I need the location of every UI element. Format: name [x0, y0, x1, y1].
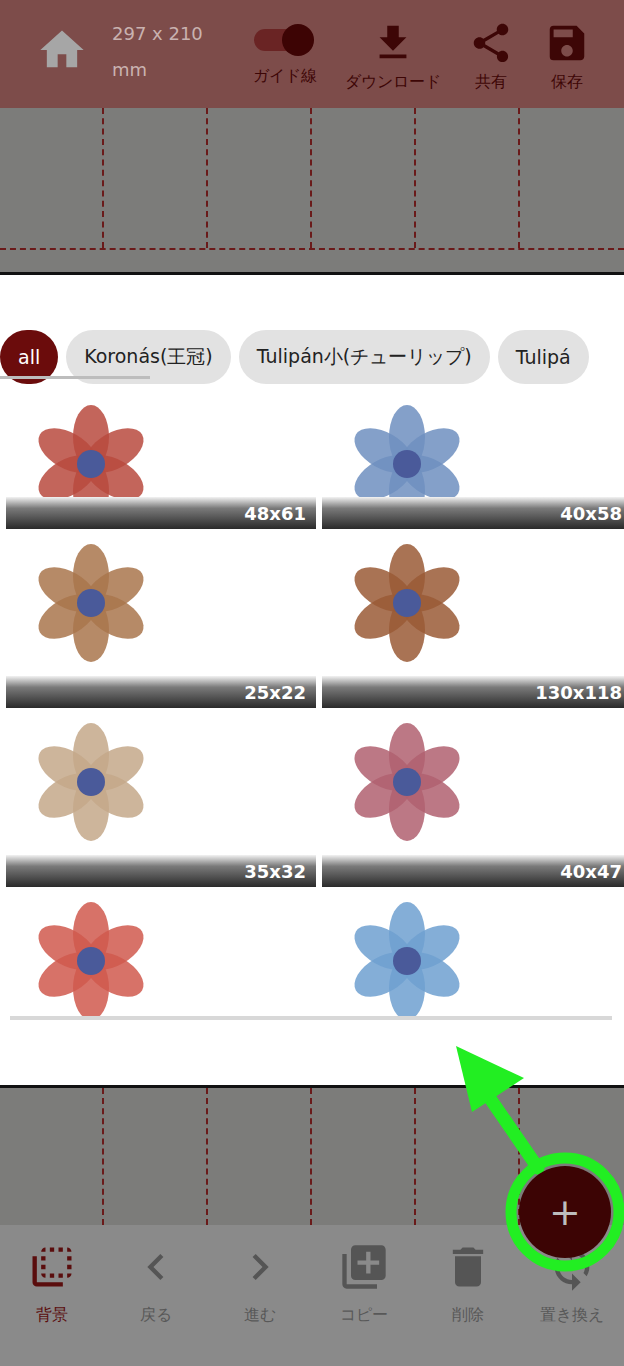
app-screen: 297 x 210mmガイド線ダウンロード共有保存 allKoronás(王冠)T…: [0, 0, 624, 1366]
motif-size: 40x47: [322, 855, 624, 887]
motif-size: 40x58: [322, 497, 624, 529]
motif-size: 25x22: [6, 676, 316, 708]
motif-image: [322, 717, 492, 842]
guide-toggle[interactable]: ガイド線: [242, 20, 328, 87]
copy-add-icon: [338, 1241, 390, 1293]
motif-grid: 48x6140x58 25x22130x118 35x3240x47: [0, 399, 624, 1026]
save-icon: [544, 20, 590, 66]
motif-card[interactable]: 130x118: [322, 538, 624, 708]
motif-card[interactable]: 40x58: [322, 399, 624, 529]
motif-image: [6, 717, 176, 842]
paper-size: 297 x 210mm: [112, 16, 232, 88]
motif-size: 130x118: [322, 676, 624, 708]
trash-icon: [442, 1241, 494, 1293]
motif-card[interactable]: 35x32: [6, 717, 316, 887]
motif-card[interactable]: [322, 896, 624, 1026]
download-button[interactable]: ダウンロード: [338, 20, 448, 93]
toggle-switch[interactable]: [254, 20, 316, 60]
category-chip[interactable]: Tulipán小(チューリップ): [239, 330, 490, 384]
layers-icon: [26, 1241, 78, 1293]
undo-button[interactable]: 戻る: [104, 1241, 208, 1366]
bottom-toolbar: 背景戻る進むコピー削除置き換え: [0, 1225, 624, 1366]
motif-card[interactable]: [6, 896, 316, 1026]
top-bar: 297 x 210mmガイド線ダウンロード共有保存: [0, 0, 624, 108]
home-icon: [36, 24, 88, 76]
motif-image: [322, 896, 492, 1021]
share-icon: [468, 20, 514, 66]
replace-button[interactable]: 置き換え: [520, 1241, 624, 1366]
redo-button[interactable]: 進む: [208, 1241, 312, 1366]
motif-size: 48x61: [6, 497, 316, 529]
motif-image: [6, 538, 176, 663]
grid-scrollbar: [10, 1016, 612, 1020]
guide-lines: [0, 108, 624, 250]
motif-image: [6, 896, 176, 1021]
background-button[interactable]: 背景: [0, 1241, 104, 1366]
motif-card[interactable]: 40x47: [322, 717, 624, 887]
motif-sheet: allKoronás(王冠)Tulipán小(チューリップ)Tulipá48x6…: [0, 275, 624, 1085]
category-chip[interactable]: Tulipá: [498, 330, 589, 384]
annotation-arrow: [420, 1020, 624, 1290]
download-icon: [370, 20, 416, 66]
save-button[interactable]: 保存: [534, 20, 600, 93]
design-canvas[interactable]: [0, 108, 624, 272]
home-button[interactable]: [36, 20, 88, 80]
add-button[interactable]: +: [519, 1166, 611, 1258]
motif-size: 35x32: [6, 855, 316, 887]
motif-image: [322, 538, 492, 663]
share-button[interactable]: 共有: [458, 20, 524, 93]
delete-button[interactable]: 削除: [416, 1241, 520, 1366]
motif-card[interactable]: 25x22: [6, 538, 316, 708]
motif-card[interactable]: 48x61: [6, 399, 316, 529]
tabs-scrollbar: [0, 376, 150, 379]
copy-button[interactable]: コピー: [312, 1241, 416, 1366]
chevron-left-icon: [130, 1241, 182, 1293]
chevron-right-icon: [234, 1241, 286, 1293]
